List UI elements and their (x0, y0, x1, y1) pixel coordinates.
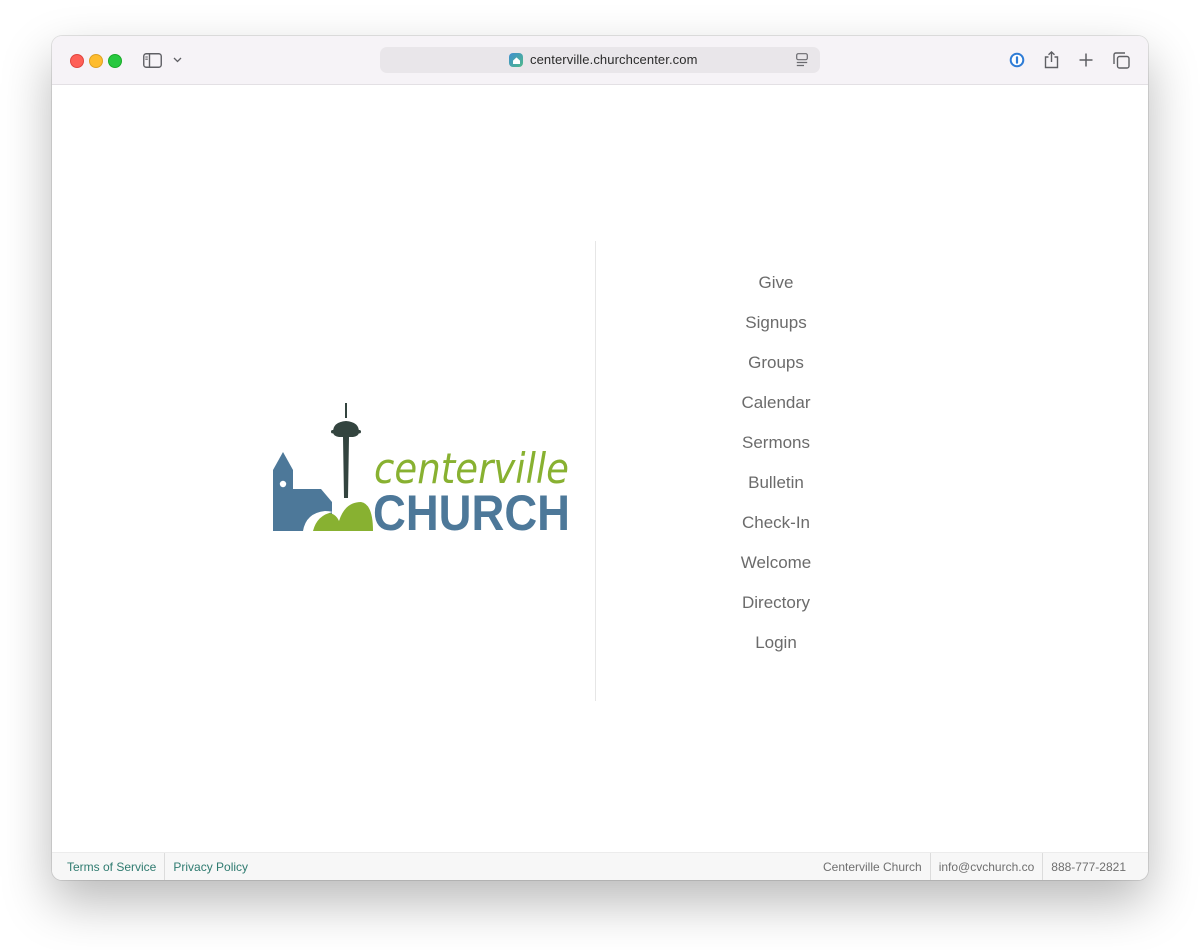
nav-welcome[interactable]: Welcome (676, 551, 876, 591)
page-content: centerville CHURCH Give Signups Groups C… (52, 85, 1148, 852)
reader-icon[interactable] (796, 53, 808, 72)
address-bar[interactable]: centerville.churchcenter.com (380, 47, 820, 73)
nav-signups[interactable]: Signups (676, 311, 876, 351)
page-footer: Terms of Service Privacy Policy Centervi… (52, 852, 1148, 880)
footer-email: info@cvchurch.co (929, 853, 1043, 880)
url-text: centerville.churchcenter.com (530, 52, 698, 67)
nav-check-in[interactable]: Check-In (676, 511, 876, 551)
chevron-down-icon[interactable] (167, 50, 187, 70)
share-icon[interactable] (1040, 50, 1062, 70)
footer-org-name: Centerville Church (822, 860, 922, 874)
footer-phone: 888-777-2821 (1042, 853, 1126, 880)
nav-directory[interactable]: Directory (676, 591, 876, 631)
browser-window: centerville.churchcenter.com centerville… (52, 36, 1148, 880)
sidebar-icon[interactable] (141, 50, 163, 70)
church-logo-graphic: centerville CHURCH (273, 400, 570, 541)
main-navigation: Give Signups Groups Calendar Sermons Bul… (676, 271, 876, 671)
minimize-window-button[interactable] (89, 54, 103, 68)
browser-toolbar: centerville.churchcenter.com (52, 36, 1148, 85)
maximize-window-button[interactable] (108, 54, 122, 68)
nav-login[interactable]: Login (676, 631, 876, 671)
password-manager-icon[interactable] (1006, 50, 1028, 70)
footer-links: Terms of Service Privacy Policy (67, 853, 256, 880)
vertical-divider (595, 241, 596, 701)
nav-bulletin[interactable]: Bulletin (676, 471, 876, 511)
nav-calendar[interactable]: Calendar (676, 391, 876, 431)
tabs-overview-icon[interactable] (1110, 50, 1132, 70)
footer-contact: Centerville Church info@cvchurch.co 888-… (815, 853, 1126, 880)
nav-give[interactable]: Give (676, 271, 876, 311)
close-window-button[interactable] (70, 54, 84, 68)
logo-word-church: CHURCH (373, 485, 570, 533)
nav-groups[interactable]: Groups (676, 351, 876, 391)
terms-of-service-link[interactable]: Terms of Service (67, 853, 164, 880)
home-icon (509, 53, 523, 67)
privacy-policy-link[interactable]: Privacy Policy (164, 853, 256, 880)
nav-sermons[interactable]: Sermons (676, 431, 876, 471)
church-logo[interactable]: centerville CHURCH (273, 400, 573, 541)
plus-icon[interactable] (1075, 50, 1097, 70)
